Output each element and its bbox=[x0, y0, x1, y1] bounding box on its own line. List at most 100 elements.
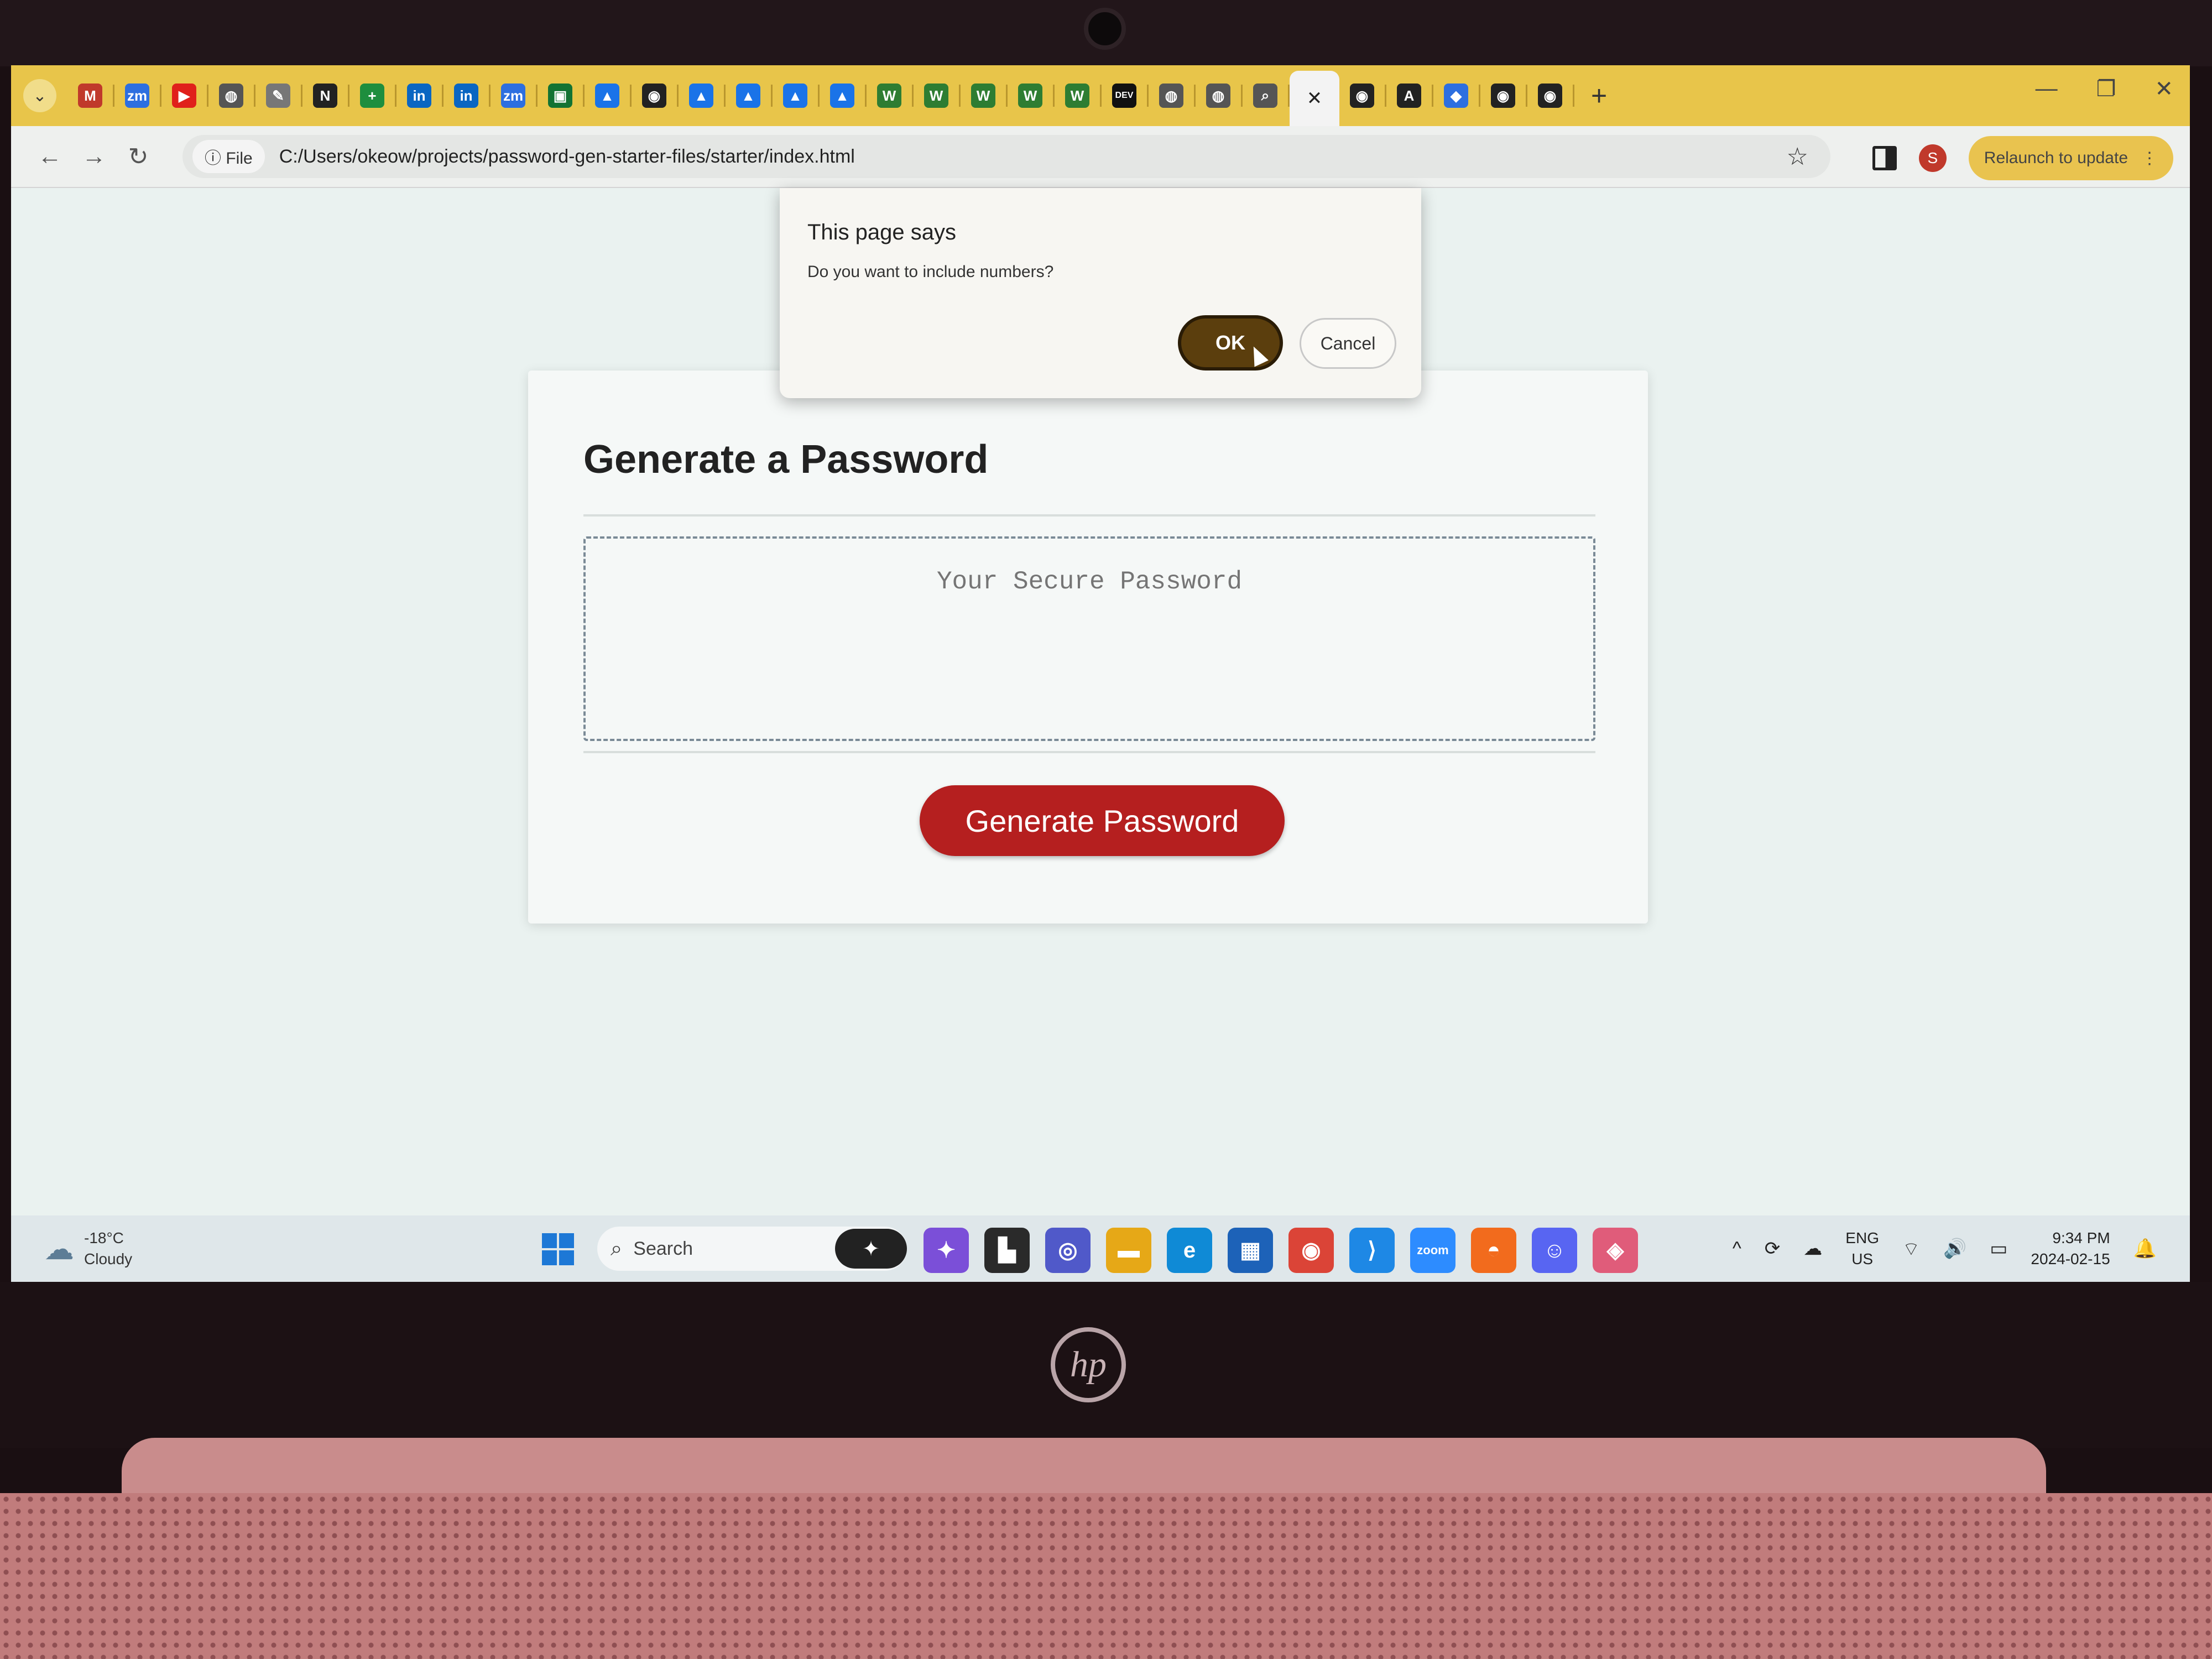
w-icon: W bbox=[1018, 84, 1042, 108]
github-icon: ◉ bbox=[1538, 84, 1562, 108]
discord-icon[interactable]: ☺ bbox=[1532, 1228, 1577, 1273]
side-panel-icon[interactable] bbox=[1872, 146, 1897, 170]
tray-overflow-icon[interactable]: ^ bbox=[1733, 1238, 1741, 1260]
browser-tab[interactable]: + bbox=[349, 65, 395, 126]
browser-tab[interactable]: ◉ bbox=[1527, 65, 1573, 126]
jetbrains-icon[interactable]: ◈ bbox=[1593, 1228, 1638, 1273]
browser-tab[interactable]: ▲ bbox=[773, 65, 818, 126]
browser-tab[interactable]: zm bbox=[114, 65, 160, 126]
browser-tab[interactable]: W bbox=[961, 65, 1006, 126]
browser-tab[interactable]: in bbox=[397, 65, 442, 126]
browser-tab[interactable]: ◆ bbox=[1433, 65, 1479, 126]
wifi-icon[interactable]: ⌔ bbox=[1902, 1237, 1920, 1261]
edge-icon[interactable]: e bbox=[1167, 1228, 1212, 1273]
copilot-icon[interactable]: ✦ bbox=[924, 1228, 969, 1273]
url-text[interactable]: C:/Users/okeow/projects/password-gen-sta… bbox=[279, 146, 855, 168]
confirm-dialog: This page says Do you want to include nu… bbox=[780, 188, 1421, 398]
browser-tab[interactable]: ▲ bbox=[679, 65, 724, 126]
restore-button[interactable]: ❐ bbox=[2096, 76, 2116, 102]
generate-password-button[interactable]: Generate Password bbox=[920, 785, 1285, 856]
password-output[interactable] bbox=[583, 536, 1595, 741]
folder-icon[interactable]: ▬ bbox=[1106, 1228, 1151, 1273]
active-tab-close-button[interactable]: ✕ bbox=[1290, 71, 1339, 126]
weather-text: -18°C Cloudy bbox=[84, 1228, 132, 1270]
webcam bbox=[1084, 8, 1126, 50]
reload-button[interactable]: ↻ bbox=[116, 143, 160, 171]
classroom-icon: ▣ bbox=[548, 84, 572, 108]
forward-button[interactable]: → bbox=[72, 143, 116, 170]
address-bar[interactable]: ⓘ File C:/Users/okeow/projects/password-… bbox=[182, 135, 1830, 178]
w-icon: W bbox=[971, 84, 995, 108]
browser-tab[interactable]: zm bbox=[491, 65, 536, 126]
store-icon[interactable]: ▦ bbox=[1228, 1228, 1273, 1273]
site-info-chip[interactable]: ⓘ File bbox=[192, 140, 265, 173]
browser-tab[interactable]: ✎ bbox=[255, 65, 301, 126]
browser-tab[interactable]: W bbox=[867, 65, 912, 126]
teams-icon[interactable]: ◎ bbox=[1045, 1228, 1091, 1273]
browser-tab[interactable]: ◉ bbox=[632, 65, 677, 126]
relaunch-button[interactable]: Relaunch to update ⋮ bbox=[1968, 136, 2173, 180]
dev-icon: DEV bbox=[1112, 84, 1136, 108]
tab-search-button[interactable]: ⌄ bbox=[23, 79, 56, 112]
dialog-ok-button[interactable]: OK bbox=[1178, 315, 1283, 371]
browser-tab[interactable]: ◉ bbox=[1339, 65, 1385, 126]
shopping-bag-icon[interactable]: ◓ bbox=[1471, 1228, 1516, 1273]
browser-tab[interactable]: ▲ bbox=[726, 65, 771, 126]
browser-tab[interactable]: W bbox=[1008, 65, 1053, 126]
globe-icon: ◍ bbox=[1206, 84, 1230, 108]
onedrive-icon[interactable]: ☁ bbox=[1803, 1238, 1822, 1260]
weather-widget[interactable]: ☁ -18°C Cloudy bbox=[44, 1228, 132, 1270]
sync-icon[interactable]: ⟳ bbox=[1765, 1238, 1781, 1260]
clock[interactable]: 9:34 PM 2024-02-15 bbox=[2031, 1228, 2110, 1270]
browser-tab[interactable]: ◉ bbox=[1480, 65, 1526, 126]
battery-icon[interactable]: ▭ bbox=[1990, 1238, 2007, 1260]
back-button[interactable]: ← bbox=[28, 143, 72, 170]
bookmark-star-icon[interactable]: ☆ bbox=[1787, 143, 1808, 171]
screen: ⌄ Mzm ▶ ◍ ✎ N + in in zm ▣ ▲ ◉ ▲ ▲ ▲ ▲ W W W W W DEV ◍ ◍ ⌕ ✕ ◉ A ◆ ◉ ◉… bbox=[11, 65, 2190, 1282]
puzzle-icon: ◆ bbox=[1444, 84, 1468, 108]
browser-tab[interactable]: ◍ bbox=[208, 65, 254, 126]
browser-tab[interactable]: A bbox=[1386, 65, 1432, 126]
browser-tab[interactable]: M bbox=[67, 65, 113, 126]
browser-tab[interactable]: DEV bbox=[1102, 65, 1147, 126]
github-icon: ◉ bbox=[1491, 84, 1515, 108]
browser-tab[interactable]: ▣ bbox=[538, 65, 583, 126]
browser-tab[interactable]: ◍ bbox=[1196, 65, 1241, 126]
browser-tab[interactable]: in bbox=[444, 65, 489, 126]
minimize-button[interactable]: — bbox=[2036, 76, 2058, 102]
language-indicator[interactable]: ENG US bbox=[1845, 1228, 1879, 1270]
notification-bell-icon[interactable]: 🔔 bbox=[2133, 1238, 2157, 1260]
volume-icon[interactable]: 🔊 bbox=[1943, 1238, 1966, 1260]
menu-kebab-icon[interactable]: ⋮ bbox=[2141, 149, 2158, 168]
dialog-title: This page says bbox=[807, 220, 957, 244]
clock-time: 9:34 PM bbox=[2052, 1229, 2110, 1246]
taskbar-search-label: Search bbox=[633, 1238, 693, 1259]
vscode-icon[interactable]: ⟩ bbox=[1349, 1228, 1395, 1273]
terminal-icon[interactable]: ▙ bbox=[984, 1228, 1030, 1273]
browser-tab[interactable]: ◍ bbox=[1149, 65, 1194, 126]
globe-icon: ◍ bbox=[1159, 84, 1183, 108]
tab-separator bbox=[1573, 85, 1574, 107]
browser-tab[interactable]: W bbox=[914, 65, 959, 126]
browser-tab[interactable]: ▲ bbox=[820, 65, 865, 126]
browser-tab[interactable]: W bbox=[1055, 65, 1100, 126]
chrome-icon[interactable]: ◉ bbox=[1288, 1228, 1334, 1273]
browser-tab[interactable]: ▶ bbox=[161, 65, 207, 126]
new-tab-button[interactable]: + bbox=[1591, 80, 1607, 112]
profile-avatar[interactable]: S bbox=[1918, 144, 1947, 172]
weather-temp: -18°C bbox=[84, 1229, 124, 1246]
dialog-cancel-button[interactable]: Cancel bbox=[1300, 318, 1396, 369]
zoom-icon: zm bbox=[125, 84, 149, 108]
tab-list: Mzm ▶ ◍ ✎ N + in in zm ▣ ▲ ◉ ▲ ▲ ▲ ▲ W W W W W DEV ◍ ◍ ⌕ ✕ ◉ A ◆ ◉ ◉ + bbox=[67, 65, 1607, 126]
browser-tab[interactable]: ▲ bbox=[585, 65, 630, 126]
w-icon: W bbox=[877, 84, 901, 108]
sheets-icon: + bbox=[360, 84, 384, 108]
youtube-icon: ▶ bbox=[172, 84, 196, 108]
browser-tab[interactable]: ⌕ bbox=[1243, 65, 1288, 126]
browser-tab[interactable]: N bbox=[302, 65, 348, 126]
copilot-search-highlight-icon[interactable]: ✦ bbox=[835, 1229, 907, 1269]
close-window-button[interactable]: ✕ bbox=[2154, 76, 2173, 102]
start-button[interactable] bbox=[542, 1233, 574, 1265]
system-tray: ^ ⟳ ☁ ENG US ⌔ 🔊 ▭ 9:34 PM 2024-02-15 🔔 bbox=[1733, 1228, 2157, 1270]
zoom-icon[interactable]: zoom bbox=[1410, 1228, 1455, 1273]
